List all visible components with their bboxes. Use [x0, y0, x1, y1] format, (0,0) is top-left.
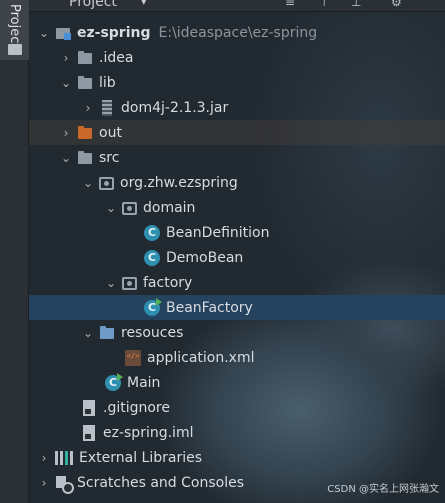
- module-folder-icon: [55, 25, 71, 41]
- tree-item-idea[interactable]: › .idea: [29, 45, 445, 70]
- tree-item-factory[interactable]: ⌄ factory: [29, 270, 445, 295]
- tree-item-ez-spring[interactable]: ⌄ ez-spring E:\ideaspace\ez-spring: [29, 20, 445, 45]
- project-view-title[interactable]: Project: [69, 0, 117, 10]
- tree-item-label: domain: [143, 199, 196, 216]
- tree-item-label: DemoBean: [166, 249, 244, 266]
- tree-item-package[interactable]: ⌄ org.zhw.ezspring: [29, 170, 445, 195]
- module-file-icon: [83, 424, 95, 441]
- project-toolbar: Project ▾ ≡ ⊤ ⊥ ⚙: [29, 0, 445, 12]
- jar-icon: [102, 99, 112, 116]
- project-tool-tab[interactable]: Project: [0, 0, 29, 60]
- chevron-right-icon[interactable]: ›: [81, 101, 95, 115]
- folder-icon: [77, 50, 93, 66]
- tree-item-dom4j-jar[interactable]: › dom4j-2.1.3.jar: [29, 95, 445, 120]
- tree-item-src[interactable]: ⌄ src: [29, 145, 445, 170]
- tree-item-label: Main: [127, 374, 161, 391]
- folder-icon: [77, 75, 93, 91]
- watermark: CSDN @实名上网张瀚文: [327, 484, 439, 495]
- chevron-down-icon[interactable]: ⌄: [81, 176, 95, 190]
- tree-item-domain[interactable]: ⌄ domain: [29, 195, 445, 220]
- tree-item-label: .gitignore: [103, 399, 170, 416]
- runnable-class-icon: C: [105, 372, 123, 391]
- tree-item-resouces[interactable]: ⌄ resouces: [29, 320, 445, 345]
- project-tool-tab-label: Project: [7, 4, 22, 49]
- left-tool-strip: Project: [0, 0, 29, 503]
- class-icon: C: [144, 249, 160, 266]
- tree-item-label: out: [99, 124, 122, 141]
- tree-item-label: ez-spring: [77, 24, 151, 41]
- tree-item-lib[interactable]: ⌄ lib: [29, 70, 445, 95]
- chevron-down-icon[interactable]: ⌄: [104, 201, 118, 215]
- chevron-down-icon[interactable]: ⌄: [104, 276, 118, 290]
- chevron-down-icon[interactable]: ⌄: [59, 151, 73, 165]
- tree-item-label: BeanFactory: [166, 299, 253, 316]
- gear-icon[interactable]: ⚙: [391, 0, 402, 9]
- scratches-icon: [55, 475, 74, 494]
- class-icon: C: [144, 224, 160, 241]
- tree-item-label: .idea: [99, 49, 134, 66]
- chevron-down-icon[interactable]: ⌄: [81, 326, 95, 340]
- chevron-down-icon[interactable]: ▾: [141, 0, 147, 8]
- tree-item-iml[interactable]: ez-spring.iml: [29, 420, 445, 445]
- chevron-down-icon[interactable]: ⌄: [37, 26, 51, 40]
- tree-item-external-libraries[interactable]: › External Libraries: [29, 445, 445, 470]
- project-path: E:\ideaspace\ez-spring: [158, 24, 318, 41]
- tree-item-application-xml[interactable]: application.xml: [29, 345, 445, 370]
- tree-item-label: Scratches and Consoles: [77, 474, 244, 491]
- xml-file-icon: [125, 349, 141, 366]
- tree-item-gitignore[interactable]: .gitignore: [29, 395, 445, 420]
- tree-item-label: ez-spring.iml: [103, 424, 194, 441]
- package-icon: [122, 202, 137, 215]
- collapse-all-icon[interactable]: ≡: [285, 0, 295, 9]
- tree-item-label: External Libraries: [79, 449, 202, 466]
- tree-item-bean-definition[interactable]: C BeanDefinition: [29, 220, 445, 245]
- folder-icon: [8, 44, 22, 55]
- tree-item-label: application.xml: [147, 349, 255, 366]
- excluded-folder-icon: [77, 125, 93, 141]
- resources-folder-icon: [99, 325, 115, 341]
- chevron-right-icon[interactable]: ›: [37, 451, 51, 465]
- package-icon: [99, 177, 114, 190]
- tree-item-label: dom4j-2.1.3.jar: [121, 99, 229, 116]
- tree-item-bean-factory[interactable]: C BeanFactory: [29, 295, 445, 320]
- scroll-from-source-icon[interactable]: ⊥: [351, 0, 361, 9]
- runnable-class-icon: C: [144, 297, 162, 316]
- ignore-file-icon: [83, 399, 95, 416]
- tree-item-label: lib: [99, 74, 116, 91]
- library-icon: [55, 450, 73, 465]
- chevron-right-icon[interactable]: ›: [59, 51, 73, 65]
- tree-item-label: org.zhw.ezspring: [120, 174, 238, 191]
- package-icon: [122, 277, 137, 290]
- tree-item-label: resouces: [121, 324, 184, 341]
- expand-icon[interactable]: ⊤: [319, 0, 329, 9]
- tree-item-label: factory: [143, 274, 193, 291]
- tree-item-demo-bean[interactable]: C DemoBean: [29, 245, 445, 270]
- chevron-right-icon[interactable]: ›: [37, 476, 51, 490]
- tree-item-label: src: [99, 149, 120, 166]
- chevron-down-icon[interactable]: ⌄: [59, 76, 73, 90]
- tree-item-main[interactable]: C Main: [29, 370, 445, 395]
- tree-item-label: BeanDefinition: [166, 224, 270, 241]
- chevron-right-icon[interactable]: ›: [59, 126, 73, 140]
- source-folder-icon: [77, 150, 93, 166]
- tree-item-out[interactable]: › out: [29, 120, 445, 145]
